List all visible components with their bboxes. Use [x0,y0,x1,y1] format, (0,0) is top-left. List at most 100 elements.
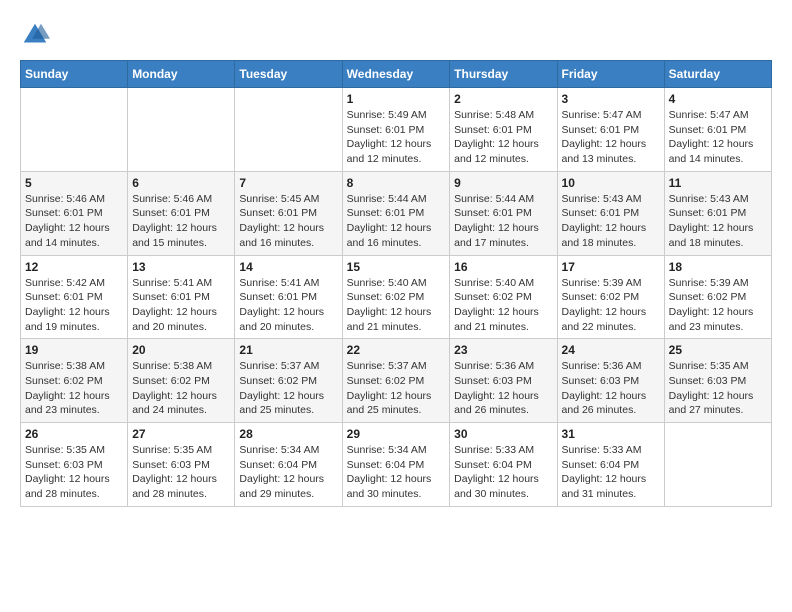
day-number: 12 [25,260,123,274]
calendar-cell: 22Sunrise: 5:37 AMSunset: 6:02 PMDayligh… [342,339,450,423]
day-number: 18 [669,260,767,274]
calendar-cell: 2 Sunrise: 5:48 AMSunset: 6:01 PMDaylight… [450,88,557,172]
day-header-thursday: Thursday [450,61,557,88]
day-number: 4 [669,92,767,106]
day-number: 17 [562,260,660,274]
calendar-cell: 5Sunrise: 5:46 AMSunset: 6:01 PMDaylight… [21,171,128,255]
day-number: 26 [25,427,123,441]
calendar-cell: 1 Sunrise: 5:49 AMSunset: 6:01 PMDaylight… [342,88,450,172]
day-header-wednesday: Wednesday [342,61,450,88]
day-info: Sunrise: 5:35 AMSunset: 6:03 PMDaylight:… [669,359,767,418]
calendar-cell: 8 Sunrise: 5:44 AMSunset: 6:01 PMDaylight… [342,171,450,255]
calendar-cell: 9 Sunrise: 5:44 AMSunset: 6:01 PMDaylight… [450,171,557,255]
calendar-cell: 27 Sunrise: 5:35 AMSunset: 6:03 PMDayligh… [128,423,235,507]
day-info: Sunrise: 5:46 AMSunset: 6:01 PMDaylight:… [132,192,230,251]
calendar-cell: 20 Sunrise: 5:38 AMSunset: 6:02 PMDayligh… [128,339,235,423]
day-info: Sunrise: 5:47 AMSunset: 6:01 PMDaylight:… [669,108,767,167]
day-number: 2 [454,92,552,106]
day-info: Sunrise: 5:36 AMSunset: 6:03 PMDaylight:… [562,359,660,418]
day-info: Sunrise: 5:48 AMSunset: 6:01 PMDaylight:… [454,108,552,167]
calendar-cell: 30 Sunrise: 5:33 AMSunset: 6:04 PMDayligh… [450,423,557,507]
day-info: Sunrise: 5:45 AMSunset: 6:01 PMDaylight:… [239,192,337,251]
day-info: Sunrise: 5:38 AMSunset: 6:02 PMDaylight:… [132,359,230,418]
calendar-cell: 24 Sunrise: 5:36 AMSunset: 6:03 PMDayligh… [557,339,664,423]
calendar-header-row: SundayMondayTuesdayWednesdayThursdayFrid… [21,61,772,88]
day-header-saturday: Saturday [664,61,771,88]
day-number: 27 [132,427,230,441]
day-number: 9 [454,176,552,190]
day-number: 13 [132,260,230,274]
day-info: Sunrise: 5:43 AMSunset: 6:01 PMDaylight:… [669,192,767,251]
calendar-cell: 23Sunrise: 5:36 AMSunset: 6:03 PMDayligh… [450,339,557,423]
day-info: Sunrise: 5:39 AMSunset: 6:02 PMDaylight:… [562,276,660,335]
day-number: 3 [562,92,660,106]
day-number: 28 [239,427,337,441]
day-number: 21 [239,343,337,357]
calendar-cell: 11 Sunrise: 5:43 AMSunset: 6:01 PMDayligh… [664,171,771,255]
page-header [20,20,772,50]
day-number: 11 [669,176,767,190]
day-info: Sunrise: 5:41 AMSunset: 6:01 PMDaylight:… [132,276,230,335]
day-number: 6 [132,176,230,190]
day-number: 29 [347,427,446,441]
calendar-cell: 18 Sunrise: 5:39 AMSunset: 6:02 PMDayligh… [664,255,771,339]
day-number: 15 [347,260,446,274]
day-number: 7 [239,176,337,190]
day-number: 31 [562,427,660,441]
day-info: Sunrise: 5:43 AMSunset: 6:01 PMDaylight:… [562,192,660,251]
logo [20,20,54,50]
calendar-week-row: 26 Sunrise: 5:35 AMSunset: 6:03 PMDayligh… [21,423,772,507]
calendar-cell: 3 Sunrise: 5:47 AMSunset: 6:01 PMDaylight… [557,88,664,172]
calendar-table: SundayMondayTuesdayWednesdayThursdayFrid… [20,60,772,507]
logo-icon [20,20,50,50]
day-number: 25 [669,343,767,357]
day-number: 19 [25,343,123,357]
day-info: Sunrise: 5:49 AMSunset: 6:01 PMDaylight:… [347,108,446,167]
day-number: 8 [347,176,446,190]
calendar-cell: 25 Sunrise: 5:35 AMSunset: 6:03 PMDayligh… [664,339,771,423]
calendar-cell: 6 Sunrise: 5:46 AMSunset: 6:01 PMDaylight… [128,171,235,255]
calendar-cell [235,88,342,172]
day-info: Sunrise: 5:44 AMSunset: 6:01 PMDaylight:… [454,192,552,251]
day-number: 23 [454,343,552,357]
calendar-cell: 14Sunrise: 5:41 AMSunset: 6:01 PMDayligh… [235,255,342,339]
calendar-cell: 4 Sunrise: 5:47 AMSunset: 6:01 PMDaylight… [664,88,771,172]
calendar-cell: 28 Sunrise: 5:34 AMSunset: 6:04 PMDayligh… [235,423,342,507]
day-info: Sunrise: 5:41 AMSunset: 6:01 PMDaylight:… [239,276,337,335]
calendar-cell: 16Sunrise: 5:40 AMSunset: 6:02 PMDayligh… [450,255,557,339]
day-info: Sunrise: 5:35 AMSunset: 6:03 PMDaylight:… [132,443,230,502]
calendar-cell: 13 Sunrise: 5:41 AMSunset: 6:01 PMDayligh… [128,255,235,339]
day-number: 20 [132,343,230,357]
day-info: Sunrise: 5:42 AMSunset: 6:01 PMDaylight:… [25,276,123,335]
calendar-cell: 15 Sunrise: 5:40 AMSunset: 6:02 PMDayligh… [342,255,450,339]
day-number: 1 [347,92,446,106]
day-info: Sunrise: 5:37 AMSunset: 6:02 PMDaylight:… [239,359,337,418]
calendar-cell: 17 Sunrise: 5:39 AMSunset: 6:02 PMDayligh… [557,255,664,339]
day-info: Sunrise: 5:33 AMSunset: 6:04 PMDaylight:… [454,443,552,502]
day-info: Sunrise: 5:34 AMSunset: 6:04 PMDaylight:… [239,443,337,502]
calendar-cell: 29 Sunrise: 5:34 AMSunset: 6:04 PMDayligh… [342,423,450,507]
calendar-cell: 21 Sunrise: 5:37 AMSunset: 6:02 PMDayligh… [235,339,342,423]
day-info: Sunrise: 5:47 AMSunset: 6:01 PMDaylight:… [562,108,660,167]
day-info: Sunrise: 5:39 AMSunset: 6:02 PMDaylight:… [669,276,767,335]
calendar-cell [21,88,128,172]
calendar-cell: 26 Sunrise: 5:35 AMSunset: 6:03 PMDayligh… [21,423,128,507]
calendar-cell: 19Sunrise: 5:38 AMSunset: 6:02 PMDayligh… [21,339,128,423]
calendar-cell: 31Sunrise: 5:33 AMSunset: 6:04 PMDayligh… [557,423,664,507]
calendar-cell [128,88,235,172]
day-info: Sunrise: 5:44 AMSunset: 6:01 PMDaylight:… [347,192,446,251]
day-number: 24 [562,343,660,357]
day-number: 22 [347,343,446,357]
calendar-cell: 7 Sunrise: 5:45 AMSunset: 6:01 PMDaylight… [235,171,342,255]
day-info: Sunrise: 5:34 AMSunset: 6:04 PMDaylight:… [347,443,446,502]
day-info: Sunrise: 5:40 AMSunset: 6:02 PMDaylight:… [347,276,446,335]
day-header-friday: Friday [557,61,664,88]
calendar-cell: 10Sunrise: 5:43 AMSunset: 6:01 PMDayligh… [557,171,664,255]
calendar-week-row: 1 Sunrise: 5:49 AMSunset: 6:01 PMDaylight… [21,88,772,172]
day-number: 30 [454,427,552,441]
day-info: Sunrise: 5:35 AMSunset: 6:03 PMDaylight:… [25,443,123,502]
calendar-cell: 12 Sunrise: 5:42 AMSunset: 6:01 PMDayligh… [21,255,128,339]
day-header-tuesday: Tuesday [235,61,342,88]
day-info: Sunrise: 5:40 AMSunset: 6:02 PMDaylight:… [454,276,552,335]
calendar-cell [664,423,771,507]
